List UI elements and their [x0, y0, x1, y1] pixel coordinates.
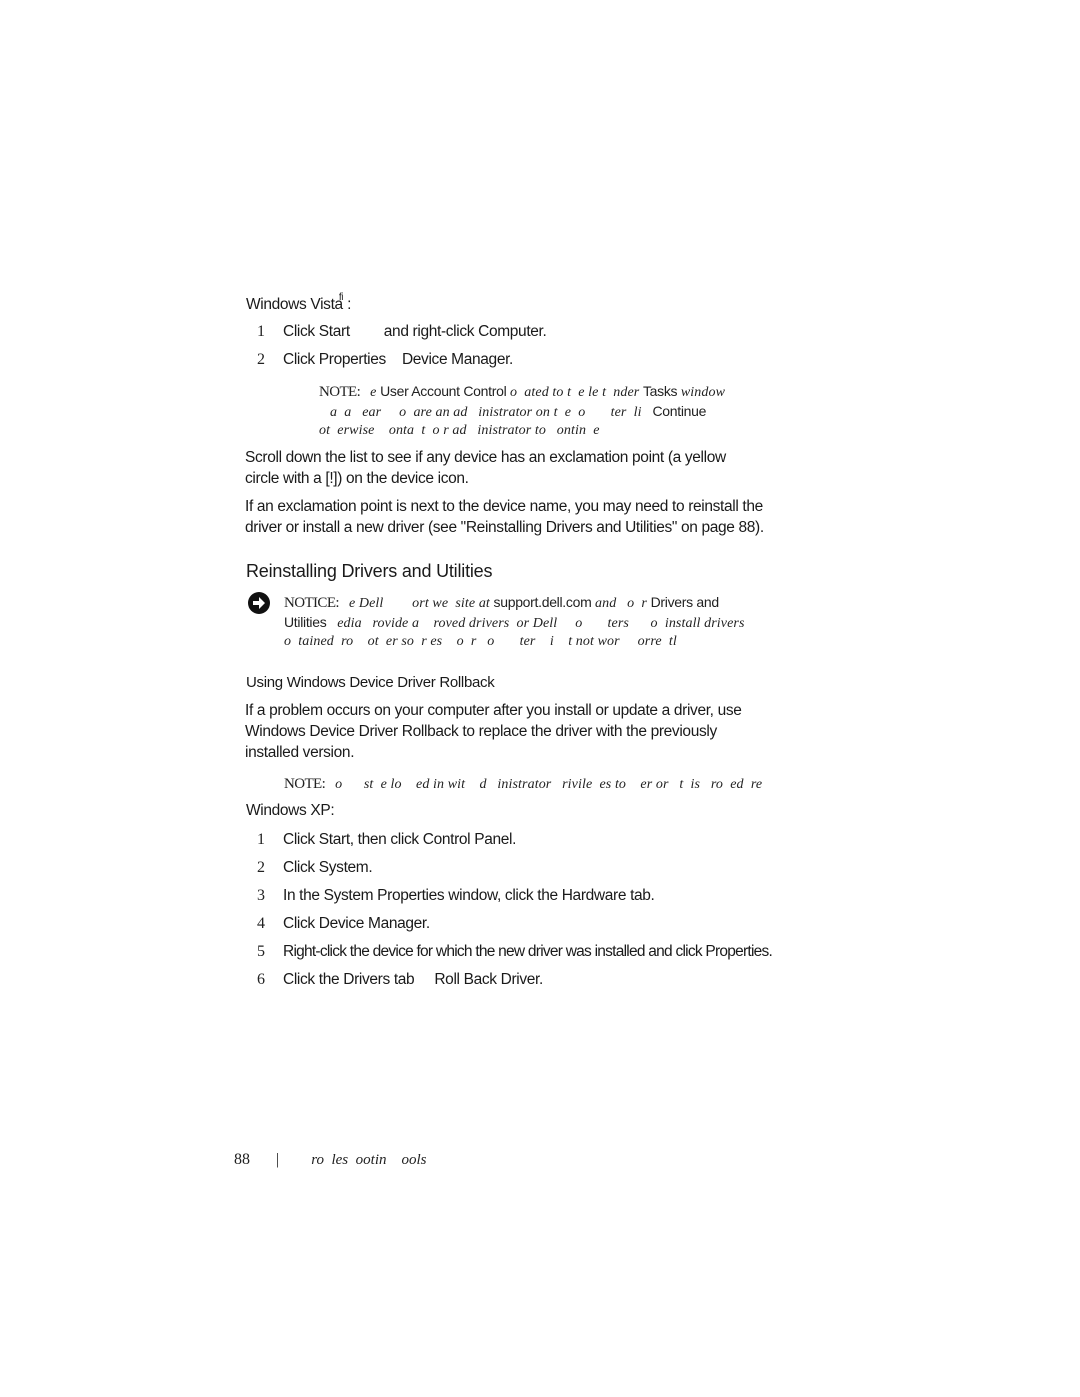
step-number: 3: [257, 887, 265, 904]
page-number: 88: [234, 1151, 250, 1168]
step-text: In the System Properties window, click t…: [283, 887, 655, 904]
rollback-paragraph-line-1: If a problem occurs on your computer aft…: [245, 702, 742, 719]
xp-step-4: 4 Click Device Manager.: [257, 915, 430, 933]
step-text: Device Manager.: [401, 351, 513, 368]
note-text: o st e lo ed in wit d inistrator rivile …: [335, 777, 763, 792]
xp-step-5: 5 Right-click the device for which the ne…: [257, 943, 773, 961]
note-label: NOTE:: [284, 776, 326, 792]
note-run: ot erwise onta t o r ad inistrator to on…: [319, 423, 600, 438]
step-number: 5: [257, 943, 265, 960]
note-run: a a ear o are an ad inistrator on t e o …: [330, 405, 653, 420]
notice-line-1: NOTICE: e Dell ort we site at support.del…: [284, 594, 719, 612]
ui-term: Continue: [652, 403, 707, 419]
step-text: Click Properties: [283, 351, 386, 368]
rollback-paragraph-line-2: Windows Device Driver Rollback to replac…: [245, 723, 717, 740]
step-number: 1: [257, 323, 265, 340]
scroll-paragraph-line-2: circle with a [!]) on the device icon.: [245, 470, 469, 487]
vista-step-2: 2 Click Properties Device Manager.: [257, 351, 513, 369]
note-run: and o r: [591, 596, 651, 611]
rollback-heading: Using Windows Device Driver Rollback: [246, 674, 495, 691]
note-text: e User Account Control o ated to t e le …: [370, 383, 726, 400]
windows-xp-heading: Windows XP:: [246, 802, 335, 819]
note-run: o tained ro ot er so r es o r o ter i t …: [284, 634, 677, 649]
note-run: e: [370, 385, 381, 400]
step-text: Click the Drivers tab: [283, 971, 415, 988]
step-text: Click Device Manager.: [283, 915, 430, 932]
exclaim-paragraph-line-2: driver or install a new driver (see "Rei…: [245, 519, 764, 536]
ui-term: Utilities: [284, 614, 327, 630]
xp-step-1: 1 Click Start, then click Control Panel.: [257, 831, 516, 849]
rollback-paragraph-line-3: installed version.: [245, 744, 355, 761]
step-number: 6: [257, 971, 265, 988]
uac-note-line-1: NOTE: e User Account Control o ated to t …: [319, 383, 725, 401]
notice-line-3: o tained ro ot er so r es o r o ter i t …: [284, 634, 677, 650]
chapter-title: ro les ootin ools: [311, 1152, 427, 1168]
step-text: Click Start, then click Control Panel.: [283, 831, 517, 848]
xp-step-6: 6 Click the Drivers tab Roll Back Driver.: [257, 971, 543, 989]
step-text: Click Start: [283, 323, 350, 340]
step-number: 2: [257, 351, 265, 368]
note-text: ot erwise onta t o r ad inistrator to on…: [319, 423, 600, 438]
windows-vista-heading: Windows Vistafi :: [246, 292, 352, 314]
reinstalling-heading: Reinstalling Drivers and Utilities: [246, 561, 493, 581]
scroll-paragraph-line-1: Scroll down the list to see if any devic…: [245, 449, 726, 466]
step-text: Roll Back Driver.: [434, 971, 543, 988]
ui-term: User Account Control: [380, 383, 507, 399]
note-run: e Dell ort we site at: [348, 596, 494, 611]
heading-text: Windows Vista: [246, 296, 343, 314]
note-text: a a ear o are an ad inistrator on t e o …: [330, 403, 707, 420]
xp-step-3: 3 In the System Properties window, click …: [257, 887, 655, 905]
xp-step-2: 2 Click System.: [257, 859, 373, 877]
admin-note: NOTE: o st e lo ed in wit d inistrator ri…: [284, 776, 762, 793]
uac-note-line-3: ot erwise onta t o r ad inistrator to on…: [319, 423, 600, 439]
notice-label: NOTICE:: [284, 595, 340, 611]
step-text: Right-click the device for which the new…: [283, 943, 773, 960]
note-run: window: [677, 385, 726, 400]
arrow-right-circle-icon: [248, 592, 270, 614]
ui-term: Tasks: [642, 383, 678, 399]
step-number: 2: [257, 859, 265, 876]
ui-term: Drivers and: [650, 594, 720, 610]
ui-term: support.dell.com: [493, 594, 592, 610]
notice-text: Utilities edia rovide a roved drivers or…: [284, 614, 745, 631]
page-footer: 88 | ro les ootin ools: [234, 1151, 427, 1169]
exclaim-paragraph-line-1: If an exclamation point is next to the d…: [245, 498, 763, 515]
notice-text: o tained ro ot er so r es o r o ter i t …: [284, 634, 677, 649]
note-run: o ated to t e le t nder: [506, 385, 643, 400]
step-text: Click System.: [283, 859, 373, 876]
step-number: 4: [257, 915, 265, 932]
notice-text: e Dell ort we site at support.dell.com a…: [348, 594, 720, 611]
note-label: NOTE:: [319, 384, 361, 400]
heading-suffix: :: [343, 296, 352, 314]
footer-separator: |: [276, 1151, 280, 1168]
uac-note-line-2: a a ear o are an ad inistrator on t e o …: [330, 403, 706, 421]
vista-step-1: 1 Click Start and right-click Computer.: [257, 323, 547, 341]
registered-mark: fi: [338, 292, 344, 303]
step-text: and right-click Computer.: [383, 323, 547, 340]
note-run: edia rovide a roved drivers or Dell o te…: [326, 616, 745, 631]
notice-line-2: Utilities edia rovide a roved drivers or…: [284, 614, 745, 632]
step-number: 1: [257, 831, 265, 848]
